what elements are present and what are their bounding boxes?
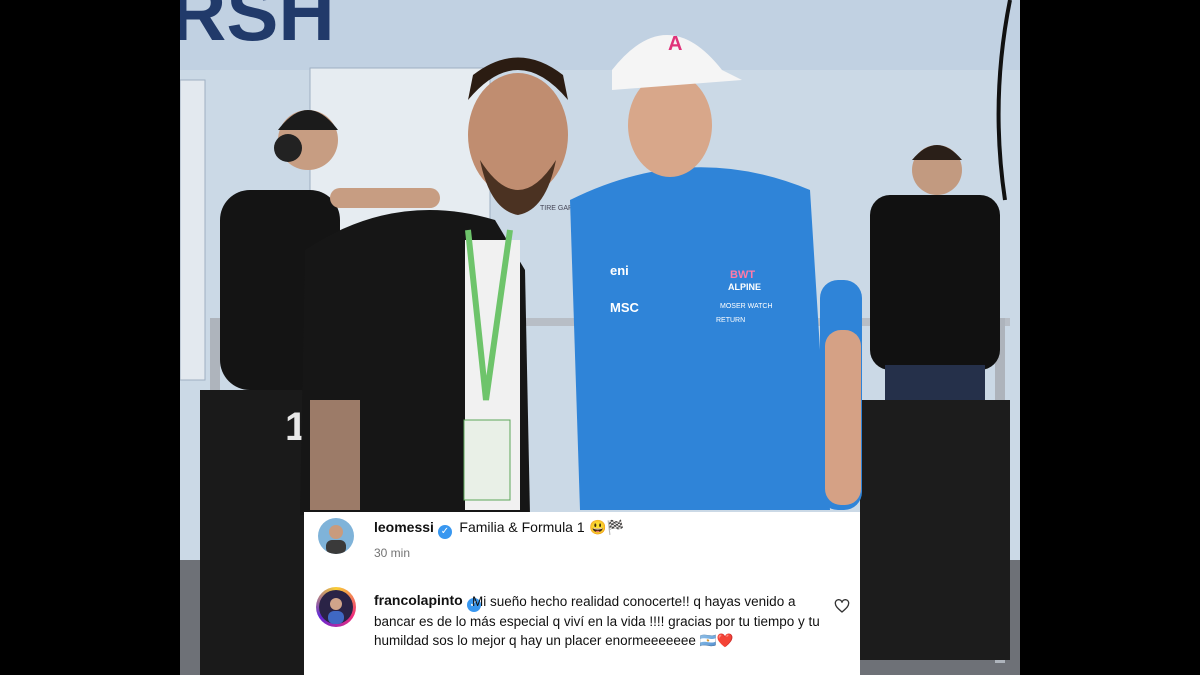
francolapinto-avatar[interactable]: [316, 587, 356, 627]
post-caption: Familia & Formula 1: [459, 519, 585, 535]
shirt-logo-alpine: ALPINE: [728, 282, 761, 292]
shirt-logo-return: RETURN: [716, 317, 745, 324]
caption-emoji: 😃🏁: [589, 519, 624, 535]
comment-text: Mi sueño hecho realidad conocerte!! q ha…: [374, 594, 820, 648]
shirt-logo-bwt: BWT: [730, 269, 755, 281]
post-timestamp: 30 min: [374, 546, 411, 560]
verified-badge-icon: ✓: [437, 525, 452, 539]
svg-text:A: A: [668, 33, 682, 55]
instagram-comments-panel: leomessi ✓ Familia & Formula 1 😃🏁 30 min …: [304, 512, 860, 675]
shirt-logo-moser: MOSER WATCH: [720, 303, 773, 310]
leomessi-avatar[interactable]: [318, 518, 354, 554]
shirt-logo-eni: eni: [610, 263, 629, 278]
wall-sign-text: RSH: [180, 0, 335, 57]
shirt-logo-msc: MSC: [610, 300, 640, 315]
post-caption-row: leomessi ✓ Familia & Formula 1 😃🏁 30 min: [304, 512, 860, 570]
caption-line: leomessi ✓ Familia & Formula 1 😃🏁: [374, 519, 624, 539]
post-username[interactable]: leomessi: [374, 519, 434, 535]
like-heart-icon[interactable]: [834, 598, 850, 614]
comment-row: francolapinto ✓ Mi sueño hecho realidad c…: [304, 578, 860, 675]
